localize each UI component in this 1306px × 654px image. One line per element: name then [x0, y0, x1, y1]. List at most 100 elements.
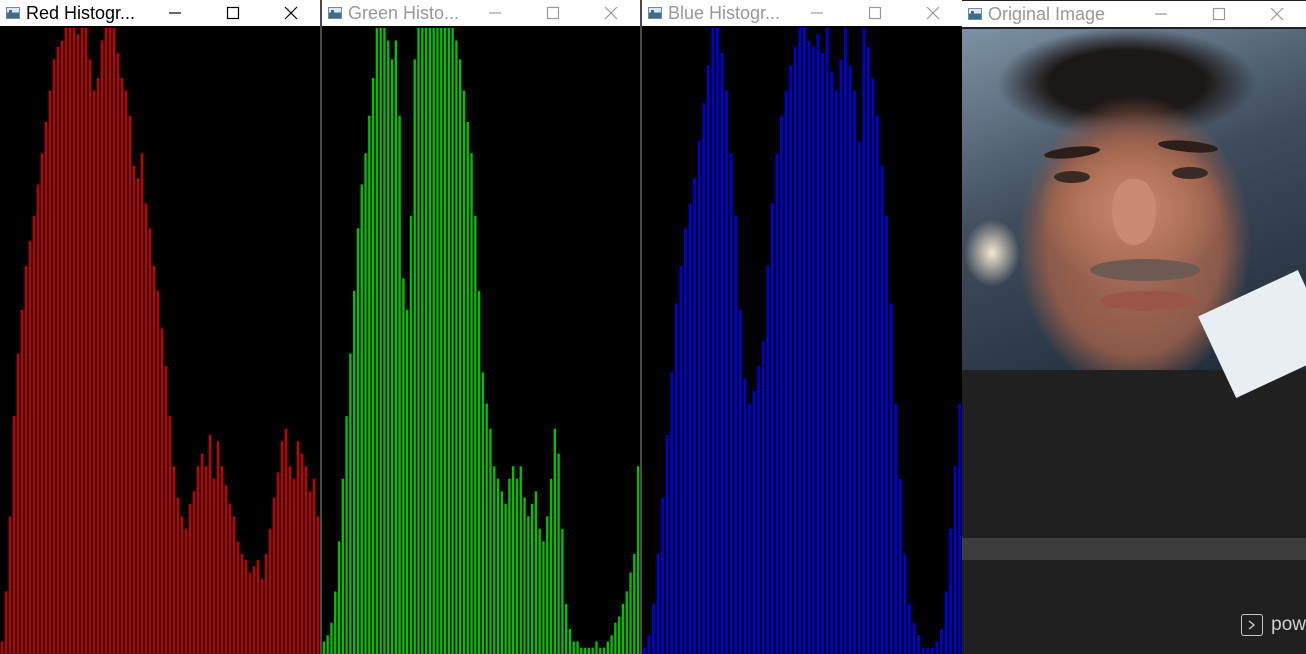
photo-detail	[1043, 144, 1101, 161]
green-histogram-bar	[334, 591, 337, 654]
green-histogram-titlebar[interactable]: Green Histo...	[322, 0, 640, 26]
blue-histogram-bar	[766, 265, 770, 654]
green-histogram-bar	[519, 466, 522, 654]
minimize-button[interactable]	[466, 0, 524, 26]
red-histogram-bar	[236, 541, 240, 654]
window-title: Original Image	[988, 3, 1106, 24]
red-histogram-bar	[168, 416, 172, 654]
red-histogram-titlebar[interactable]: Red Histogr...	[0, 0, 320, 26]
minimize-icon	[811, 12, 823, 14]
blue-histogram-bar	[949, 528, 952, 654]
green-histogram-bar	[474, 215, 477, 654]
maximize-icon	[226, 6, 240, 20]
red-histogram-bar	[228, 503, 232, 654]
green-histogram-bar	[466, 121, 469, 654]
close-button[interactable]	[582, 0, 640, 26]
blue-histogram-bar	[656, 553, 660, 654]
red-histogram-bar	[200, 453, 204, 654]
blue-histogram-bar	[706, 65, 710, 654]
minimize-button[interactable]	[1132, 1, 1190, 27]
red-histogram-bar	[96, 78, 100, 654]
blue-histogram-window: Blue Histogr...	[640, 0, 962, 654]
green-histogram-bar	[390, 59, 394, 654]
maximize-icon	[1212, 7, 1226, 21]
blue-histogram-bar	[871, 78, 875, 654]
red-histogram-bar	[44, 121, 48, 654]
green-histogram-bar	[599, 647, 602, 654]
blue-histogram-bar	[716, 28, 719, 654]
green-histogram-bar	[568, 628, 572, 654]
green-histogram-bar	[462, 90, 466, 654]
blue-histogram-bar	[697, 140, 701, 654]
red-histogram-bar	[148, 228, 152, 654]
green-histogram-bar	[406, 309, 409, 654]
blue-histogram-bar	[711, 28, 715, 654]
green-histogram-bar	[443, 28, 447, 654]
maximize-button[interactable]	[1190, 1, 1248, 27]
minimize-button[interactable]	[788, 0, 846, 26]
green-histogram-canvas	[322, 28, 640, 654]
blue-histogram-bar	[830, 71, 834, 654]
red-histogram-bar	[304, 466, 308, 654]
green-histogram-bar	[428, 28, 432, 654]
red-histogram-bar	[180, 516, 184, 654]
maximize-button[interactable]	[524, 0, 582, 26]
red-histogram-bar	[84, 28, 88, 654]
blue-histogram-bar	[652, 603, 655, 654]
red-histogram-bar	[4, 591, 8, 654]
green-histogram-bar	[326, 635, 329, 654]
green-histogram-bar	[440, 28, 443, 654]
blue-histogram-bar	[780, 115, 783, 654]
red-histogram-bar	[220, 466, 224, 654]
photo-detail	[1090, 259, 1200, 281]
blue-histogram-bar	[853, 90, 856, 654]
green-histogram-bar	[618, 616, 621, 654]
maximize-button[interactable]	[846, 0, 904, 26]
green-histogram-bar	[583, 647, 587, 654]
green-histogram-bar	[542, 541, 545, 654]
green-histogram-bar	[421, 28, 424, 654]
blue-histogram-bar	[917, 635, 920, 654]
red-histogram-bar	[132, 165, 136, 654]
green-histogram-bar	[330, 622, 333, 654]
photo-detail	[1157, 138, 1219, 155]
blue-histogram-bar	[834, 90, 838, 654]
blue-histogram-bar	[647, 635, 651, 654]
close-button[interactable]	[262, 0, 320, 26]
green-histogram-bar	[383, 28, 386, 654]
blue-histogram-bar	[670, 372, 674, 654]
blue-histogram-bar	[661, 497, 664, 654]
green-histogram-bar	[349, 353, 352, 654]
green-histogram-bar	[447, 28, 450, 654]
blue-histogram-bar	[889, 303, 893, 654]
terminal-tab[interactable]: pow	[1241, 614, 1306, 636]
window-title: Green Histo...	[348, 2, 460, 23]
minimize-button[interactable]	[146, 0, 204, 26]
green-histogram-bar	[477, 290, 481, 654]
green-histogram-bar	[375, 28, 379, 654]
red-histogram-bar	[268, 528, 272, 654]
close-button[interactable]	[904, 0, 962, 26]
blue-histogram-bar	[738, 309, 742, 654]
green-histogram-bar	[557, 453, 560, 654]
blue-histogram-titlebar[interactable]: Blue Histogr...	[642, 0, 962, 26]
green-histogram-bar	[553, 428, 556, 654]
red-histogram-bar	[196, 466, 200, 654]
red-histogram-bar	[248, 572, 252, 654]
green-histogram-bar	[621, 603, 625, 654]
green-histogram-bar	[451, 28, 454, 654]
blue-histogram-bar	[848, 65, 852, 654]
window-title: Red Histogr...	[26, 2, 136, 23]
green-histogram-bar	[561, 528, 564, 654]
original-image-titlebar[interactable]: Original Image	[962, 1, 1306, 27]
green-histogram-bar	[496, 478, 500, 654]
green-histogram-bar	[341, 478, 344, 654]
green-histogram-bar	[515, 478, 519, 654]
blue-histogram-bar	[734, 215, 738, 654]
blue-histogram-bar	[725, 90, 728, 654]
red-histogram-bar	[108, 28, 112, 654]
maximize-button[interactable]	[204, 0, 262, 26]
close-button[interactable]	[1248, 1, 1306, 27]
green-histogram-bar	[402, 278, 405, 654]
blue-histogram-canvas	[642, 28, 962, 654]
